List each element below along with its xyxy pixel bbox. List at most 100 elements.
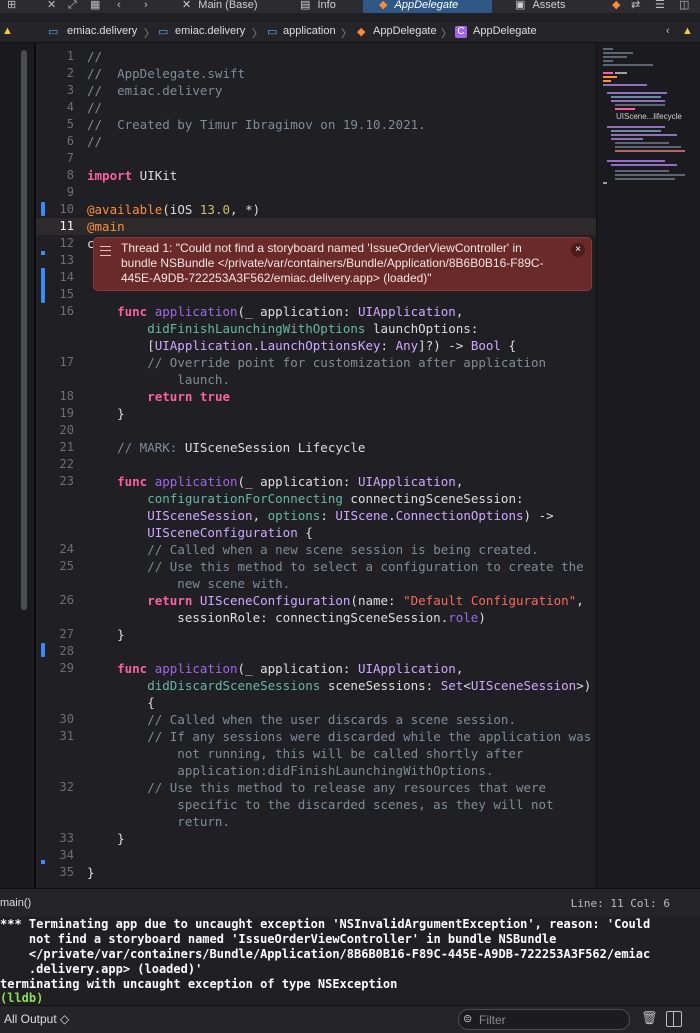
filter-input[interactable] bbox=[477, 1011, 626, 1029]
code-line[interactable]: // Override point for customization afte… bbox=[87, 354, 546, 388]
line-number: 21 bbox=[59, 440, 74, 454]
code-editor[interactable]: 1 // 2 // AppDelegate.swift 3 // emiac.delive… bbox=[36, 43, 596, 888]
code-line[interactable]: } bbox=[87, 405, 125, 422]
split-icon[interactable]: ◫ bbox=[679, 0, 689, 11]
back-icon[interactable]: ‹ bbox=[117, 0, 121, 11]
split-view-icon[interactable] bbox=[666, 1011, 682, 1027]
line-number: 19 bbox=[59, 406, 74, 420]
line-number: 4 bbox=[66, 100, 74, 114]
code-line[interactable]: // AppDelegate.swift bbox=[87, 65, 245, 82]
list-icon[interactable]: ☰ bbox=[655, 0, 665, 11]
code-line[interactable]: import UIKit bbox=[87, 167, 177, 184]
code-line[interactable]: } bbox=[87, 626, 125, 643]
swap-icon[interactable]: ⇄ bbox=[631, 0, 640, 11]
image-icon: ▣ bbox=[515, 0, 526, 11]
line-number: 11 bbox=[59, 219, 74, 233]
code-line[interactable]: func application(_ application: UIApplic… bbox=[87, 473, 554, 541]
code-line[interactable]: // Use this method to select a configura… bbox=[87, 558, 584, 592]
code-line[interactable]: } bbox=[87, 864, 95, 881]
code-line[interactable]: // bbox=[87, 48, 102, 65]
swift-icon[interactable]: ◆ bbox=[612, 0, 620, 11]
line-number: 9 bbox=[66, 185, 74, 199]
error-menu-icon[interactable] bbox=[100, 246, 111, 256]
code-line[interactable]: return true bbox=[87, 388, 230, 405]
line-number: 34 bbox=[59, 848, 74, 862]
line-number: 14 bbox=[59, 270, 74, 284]
line-number: 29 bbox=[59, 661, 74, 675]
output-selector[interactable]: All Output ◇ bbox=[4, 1012, 69, 1026]
line-number: 2 bbox=[66, 66, 74, 80]
code-line[interactable]: // Called when the user discards a scene… bbox=[87, 711, 516, 728]
code-line[interactable]: } bbox=[87, 830, 125, 847]
tab-assets[interactable]: ▣ Assets bbox=[515, 0, 595, 13]
breadcrumb-project[interactable]: emiac.delivery bbox=[67, 25, 137, 37]
line-number: 32 bbox=[59, 780, 74, 794]
line-number: 22 bbox=[59, 457, 74, 471]
code-line[interactable]: // If any sessions were discarded while … bbox=[87, 728, 591, 779]
expand-icon[interactable]: ⤢ bbox=[68, 0, 77, 11]
line-number: 18 bbox=[59, 389, 74, 403]
warning-icon[interactable]: ▲ bbox=[682, 25, 693, 37]
forward-icon[interactable]: › bbox=[144, 0, 148, 11]
console-line: .delivery.app> (loaded)' bbox=[0, 962, 203, 976]
breadcrumb-folder[interactable]: application bbox=[283, 25, 336, 37]
grid-icon[interactable]: ▦ bbox=[90, 0, 100, 11]
code-line[interactable]: @available(iOS 13.0, *) bbox=[87, 201, 260, 218]
line-number: 8 bbox=[66, 168, 74, 182]
line-number: 31 bbox=[59, 729, 74, 743]
lldb-prompt[interactable]: (lldb) bbox=[0, 991, 43, 1005]
code-line[interactable]: func application(_ application: UIApplic… bbox=[87, 660, 591, 711]
code-line[interactable]: func application(_ application: UIApplic… bbox=[87, 303, 516, 354]
error-popup[interactable]: Thread 1: "Could not find a storyboard n… bbox=[93, 237, 592, 291]
filter-field[interactable]: ⊜ bbox=[458, 1009, 630, 1030]
line-number: 6 bbox=[66, 134, 74, 148]
error-message: Thread 1: "Could not find a storyboard n… bbox=[121, 241, 544, 285]
filter-icon: ⊜ bbox=[463, 1013, 473, 1025]
trash-icon[interactable]: 🗑 bbox=[641, 1010, 658, 1026]
line-number: 16 bbox=[59, 304, 74, 318]
close-icon[interactable]: × bbox=[571, 243, 585, 257]
line-number: 23 bbox=[59, 474, 74, 488]
swift-file-icon: ◆ bbox=[357, 26, 366, 38]
code-line[interactable]: // bbox=[87, 99, 102, 116]
close-x-icon[interactable]: ✕ bbox=[182, 0, 191, 11]
breadcrumb: ▲ ▭ emiac.delivery 〉 ▭ emiac.delivery 〉 … bbox=[0, 22, 700, 43]
line-number: 17 bbox=[59, 355, 74, 369]
code-line[interactable]: @main bbox=[87, 218, 125, 235]
chevron-right-icon: 〉 bbox=[252, 28, 263, 40]
code-line[interactable]: // MARK: UISceneSession Lifecycle bbox=[87, 439, 365, 456]
table-icon: ▤ bbox=[300, 0, 311, 11]
chevron-right-icon: 〉 bbox=[341, 28, 352, 40]
navigator-scrollbar[interactable] bbox=[21, 50, 27, 610]
line-number: 1 bbox=[66, 49, 74, 63]
code-line[interactable]: // emiac.delivery bbox=[87, 82, 222, 99]
swift-icon: ◆ bbox=[379, 0, 388, 11]
warning-icon[interactable]: ▲ bbox=[2, 25, 13, 37]
console-line: *** Terminating app due to uncaught exce… bbox=[0, 917, 651, 931]
line-number: 35 bbox=[59, 865, 74, 879]
line-number: 27 bbox=[59, 627, 74, 641]
breadcrumb-symbol[interactable]: AppDelegate bbox=[473, 25, 537, 37]
minimap[interactable]: UIScene...lifecycle bbox=[596, 43, 700, 888]
code-line[interactable]: return UISceneConfiguration(name: "Defau… bbox=[87, 592, 584, 626]
breadcrumb-group[interactable]: emiac.delivery bbox=[175, 25, 245, 37]
line-number: 24 bbox=[59, 542, 74, 556]
line-number: 33 bbox=[59, 831, 74, 845]
code-line[interactable]: // Created by Timur Ibragimov on 19.10.2… bbox=[87, 116, 426, 133]
add-icon[interactable]: ⊞ bbox=[7, 0, 16, 11]
line-number: 28 bbox=[59, 644, 74, 658]
console-line: </private/var/containers/Bundle/Applicat… bbox=[0, 947, 651, 961]
code-line[interactable]: // bbox=[87, 133, 102, 150]
editor-status-bar: main() Line: 11 Col: 6 bbox=[0, 888, 700, 918]
line-number: 13 bbox=[59, 253, 74, 267]
line-number: 20 bbox=[59, 423, 74, 437]
tab-appdelegate[interactable]: ◆ AppDelegate bbox=[363, 0, 492, 13]
breadcrumb-file[interactable]: AppDelegate bbox=[373, 25, 437, 37]
code-line[interactable]: // Called when a new scene session is be… bbox=[87, 541, 538, 558]
debug-console[interactable]: *** Terminating app due to uncaught exce… bbox=[0, 917, 700, 1005]
tab-info[interactable]: ▤ Info bbox=[300, 0, 362, 13]
code-line[interactable]: // Use this method to release any resour… bbox=[87, 779, 553, 830]
close-icon[interactable]: ✕ bbox=[47, 0, 56, 11]
chevron-left-icon[interactable]: ‹ bbox=[666, 25, 670, 37]
console-toolbar: All Output ◇ ⊜ 🗑 bbox=[0, 1005, 700, 1033]
